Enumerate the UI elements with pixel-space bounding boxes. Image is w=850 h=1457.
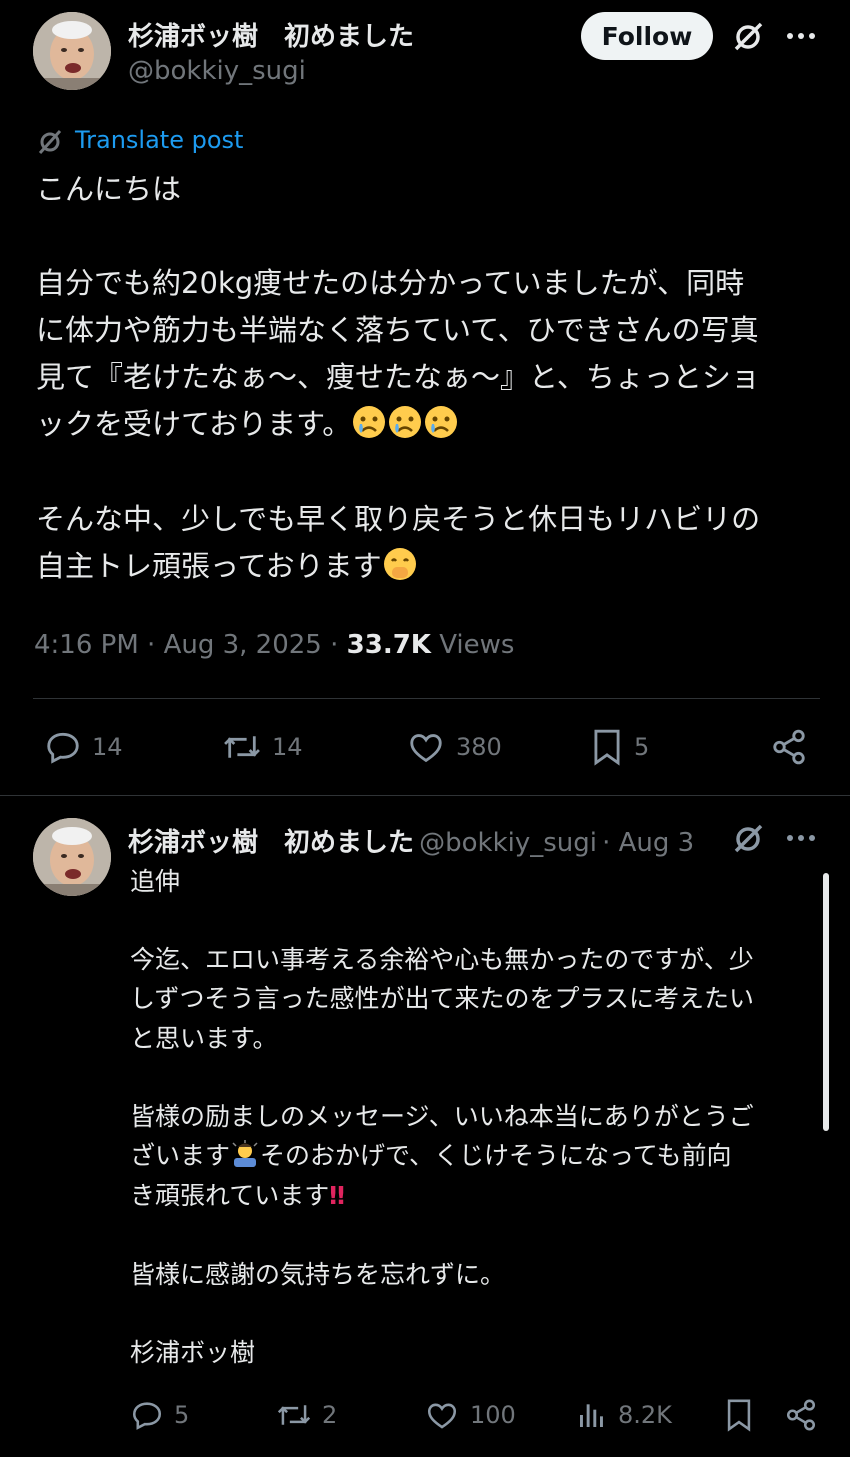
more-icon[interactable] <box>786 24 816 48</box>
divider <box>0 795 850 796</box>
bookmark-icon[interactable] <box>724 1398 754 1432</box>
reply-repost-button[interactable]: 2 <box>276 1398 337 1432</box>
reply-icon <box>47 732 79 764</box>
double-exclamation-emoji: ‼ <box>329 1180 345 1210</box>
reply-like-count: 100 <box>470 1401 516 1429</box>
reply-author-handle[interactable]: @bokkiy_sugi <box>419 828 597 858</box>
repost-icon <box>224 736 260 758</box>
reply-like-button[interactable]: 100 <box>424 1398 516 1432</box>
tweet-text-greeting: こんにちは <box>36 172 182 206</box>
repost-count: 14 <box>272 733 303 761</box>
grok-icon[interactable] <box>731 822 765 856</box>
tweet-time[interactable]: 4:16 PM <box>34 630 139 660</box>
tweet-meta: 4:16 PM · Aug 3, 2025 · 33.7K Views <box>34 630 515 660</box>
like-icon <box>427 1403 457 1429</box>
grok-icon[interactable] <box>731 20 765 54</box>
bowing-person-emoji <box>230 1139 260 1169</box>
hand-over-mouth-emoji <box>382 546 418 582</box>
scrollbar-thumb[interactable] <box>823 873 829 1131</box>
crying-face-emoji <box>351 406 459 441</box>
translate-link[interactable]: Translate post <box>75 126 243 154</box>
share-icon[interactable] <box>784 1398 818 1432</box>
follow-button[interactable]: Follow <box>581 12 713 60</box>
share-icon[interactable] <box>770 728 808 766</box>
reply-signature: 杉浦ボッ樹 <box>130 1338 256 1367</box>
bookmark-count: 5 <box>634 733 650 761</box>
reply-views-button[interactable]: 8.2K <box>576 1398 672 1432</box>
divider <box>33 698 820 699</box>
bookmark-icon <box>594 729 620 766</box>
repost-icon <box>277 1405 311 1425</box>
tweet-text-paragraph-2: そんな中、少しでも早く取り戻そうと休日もリハビリの 自主トレ頑張っております <box>36 502 761 583</box>
reply-reply-count: 5 <box>174 1401 190 1429</box>
reply-text-paragraph-2: 皆様の励ましのメッセージ、いいね本当にありがとうご ざいます そのおかげで、くじけ… <box>130 1102 754 1210</box>
reply-header: 杉浦ボッ樹 初めました @bokkiy_sugi · Aug 3 <box>128 828 695 858</box>
reply-author-avatar[interactable] <box>33 818 111 896</box>
reply-text-line1: 追伸 <box>130 867 181 896</box>
author-avatar[interactable] <box>33 12 111 90</box>
reply-button[interactable]: 14 <box>44 728 123 766</box>
reply-icon <box>132 1402 162 1430</box>
tweet-date[interactable]: Aug 3, 2025 <box>164 630 322 660</box>
author-handle[interactable]: @bokkiy_sugi <box>128 56 306 86</box>
reply-text-paragraph-3: 皆様に感謝の気持ちを忘れずに。 <box>130 1260 506 1289</box>
author-name[interactable]: 杉浦ボッ樹 初めました <box>128 16 414 53</box>
reply-date[interactable]: Aug 3 <box>619 828 695 858</box>
reply-reply-button[interactable]: 5 <box>130 1398 189 1432</box>
views-count: 33.7K <box>346 630 431 660</box>
reply-text-paragraph: 今迄、エロい事考える余裕や心も無かったのですが、少 しずつそう言った感性が出て来… <box>130 945 755 1053</box>
reply-views-count: 8.2K <box>618 1401 672 1429</box>
translate-icon <box>36 128 64 156</box>
more-icon[interactable] <box>786 826 816 850</box>
reply-repost-count: 2 <box>322 1401 338 1429</box>
reply-count: 14 <box>92 733 123 761</box>
tweet-text-paragraph: 自分でも約20kg痩せたのは分かっていましたが、同時 に体力や筋力も半端なく落ち… <box>36 266 760 441</box>
bookmark-button[interactable]: 5 <box>590 728 649 766</box>
views-icon <box>580 1404 603 1427</box>
reply-author-name[interactable]: 杉浦ボッ樹 初めました <box>128 828 414 858</box>
like-icon <box>410 734 442 763</box>
like-count: 380 <box>456 733 502 761</box>
repost-button[interactable]: 14 <box>222 728 303 766</box>
like-button[interactable]: 380 <box>406 728 502 766</box>
views-label: Views <box>439 630 515 660</box>
